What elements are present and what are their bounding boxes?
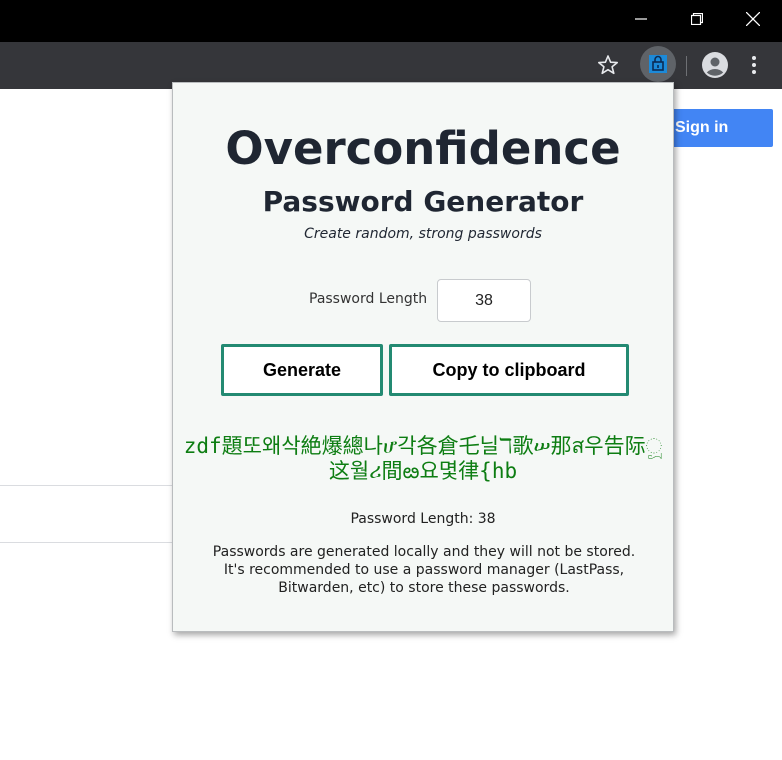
toolbar-separator bbox=[686, 56, 687, 76]
sign-in-button[interactable]: Sign in bbox=[662, 109, 773, 147]
page-divider bbox=[0, 485, 172, 486]
star-icon[interactable] bbox=[596, 53, 620, 77]
password-generator-popup: Overconfidence Password Generator Create… bbox=[172, 82, 674, 632]
close-icon[interactable] bbox=[724, 0, 782, 38]
lock-icon bbox=[649, 55, 667, 73]
restore-icon[interactable] bbox=[668, 0, 726, 38]
password-length-label: Password Length bbox=[309, 291, 428, 307]
generate-button[interactable]: Generate bbox=[221, 344, 383, 396]
password-length-readout: Password Length: 38 bbox=[350, 511, 496, 527]
password-length-input[interactable] bbox=[437, 279, 531, 322]
popup-tagline: Create random, strong passwords bbox=[304, 226, 542, 242]
popup-subtitle: Password Generator bbox=[262, 185, 584, 218]
popup-title: Overconfidence bbox=[225, 122, 621, 175]
copy-to-clipboard-button[interactable]: Copy to clipboard bbox=[389, 344, 629, 396]
generated-password: zdf題또왜삭絶爆總나ሆ각各倉乇닐ℸ歌ሠ那ส우告际ූ这월ሪ間ఴ요몇律{hb bbox=[183, 434, 663, 483]
more-vert-icon[interactable] bbox=[746, 53, 762, 77]
page-divider bbox=[0, 542, 172, 543]
storage-notice: Passwords are generated locally and they… bbox=[191, 543, 657, 597]
minimize-icon[interactable] bbox=[612, 0, 670, 38]
storage-notice-line: Passwords are generated locally and they… bbox=[212, 544, 636, 560]
extension-button[interactable] bbox=[640, 46, 676, 82]
storage-notice-line: It's recommended to use a password manag… bbox=[223, 562, 625, 596]
avatar-icon[interactable] bbox=[702, 52, 728, 78]
window-titlebar bbox=[0, 0, 782, 42]
